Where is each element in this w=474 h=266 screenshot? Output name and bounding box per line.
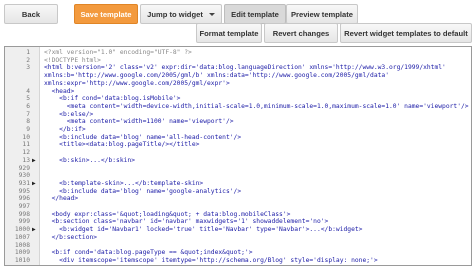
template-code-editor[interactable]: 1 <?xml version="1.0" encoding="UTF-8" ?>… bbox=[4, 46, 472, 266]
format-template-button[interactable]: Format template bbox=[196, 23, 262, 43]
code-line[interactable]: 1010 <div itemscope='itemscope' itemtype… bbox=[5, 257, 471, 265]
revert-widget-templates-button[interactable]: Revert widget templates to default bbox=[340, 23, 472, 43]
save-template-button[interactable]: Save template bbox=[74, 4, 138, 24]
jump-to-widget-dropdown[interactable]: Jump to widget bbox=[140, 4, 222, 24]
code-text: <div itemscope='itemscope' itemtype='htt… bbox=[44, 256, 378, 264]
preview-template-tab[interactable]: Preview template bbox=[286, 4, 358, 24]
back-button[interactable]: Back bbox=[4, 4, 58, 24]
edit-template-tab[interactable]: Edit template bbox=[224, 4, 286, 24]
revert-changes-button[interactable]: Revert changes bbox=[264, 23, 338, 43]
line-number: 1010 bbox=[14, 256, 30, 264]
chevron-down-icon bbox=[208, 12, 215, 16]
jump-to-widget-label: Jump to widget bbox=[147, 9, 203, 19]
